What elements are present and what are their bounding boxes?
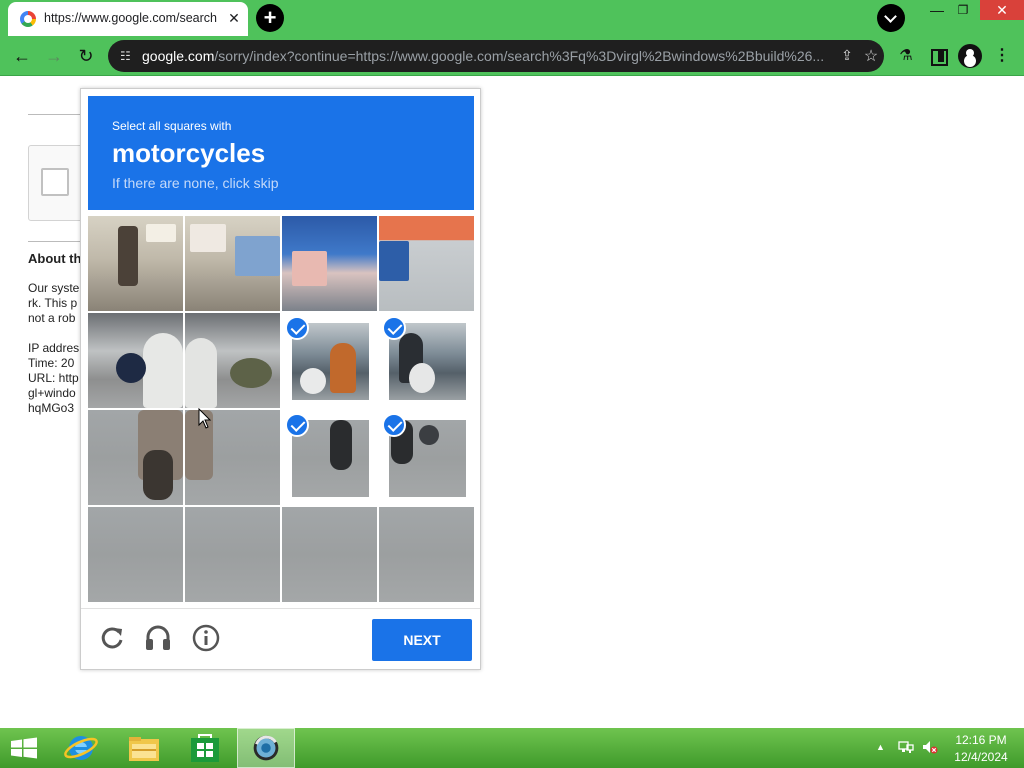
selected-check-icon [382,413,406,437]
grid-tile[interactable] [379,507,474,602]
grid-tile[interactable] [88,216,183,311]
url-domain: google.com [142,48,215,64]
challenge-footer: NEXT [81,608,480,670]
side-panel-icon[interactable] [928,46,948,66]
grid-tile-selected[interactable] [379,410,474,505]
start-windows-icon[interactable] [0,728,58,768]
page-line: IP addres [28,341,80,355]
reload-challenge-icon[interactable] [97,623,127,653]
grid-tile-selected[interactable] [282,313,377,408]
page-line: Time: 20 [28,356,75,370]
grid-tile[interactable] [88,507,183,602]
challenge-hint: If there are none, click skip [112,175,279,191]
restore-button[interactable]: ❐ [946,0,980,20]
url-path: /sorry/index?continue=https://www.google… [214,48,825,64]
selected-check-icon [285,316,309,340]
page-line: Our syste [28,281,80,295]
tab-strip: https://www.google.com/search ✕ + — ❐ ✕ [0,0,1024,36]
tile-image [282,507,377,602]
forward-arrow-icon[interactable]: → [42,44,66,68]
internet-explorer-icon[interactable] [52,728,110,768]
grid-tile[interactable] [88,313,183,408]
tile-image [185,216,280,311]
labs-flask-icon[interactable]: ⚗ [896,46,916,66]
info-icon[interactable] [191,623,221,653]
tile-image [379,507,474,602]
share-icon[interactable]: ⇪ [838,47,856,65]
url-text[interactable]: google.com/sorry/index?continue=https://… [142,48,832,64]
recaptcha-widget [28,145,88,221]
grid-tile-selected[interactable] [282,410,377,505]
reload-icon[interactable]: ↻ [74,44,98,68]
grid-tile[interactable] [185,507,280,602]
address-bar[interactable]: ☷ google.com/sorry/index?continue=https:… [108,40,884,72]
about-heading: About th [28,251,82,266]
tile-image [185,507,280,602]
page-line: URL: http [28,371,79,385]
site-info-icon[interactable]: ☷ [120,49,134,63]
page-line: not a rob [28,311,76,325]
divider [28,241,88,242]
clock-date[interactable]: 12/4/2024 [950,750,1012,764]
google-favicon-icon [20,11,36,27]
tab-search-button[interactable] [877,4,905,32]
selected-check-icon [382,316,406,340]
browser-toolbar: ← → ↻ ☷ google.com/sorry/index?continue=… [0,36,1024,76]
tab-title: https://www.google.com/search [44,11,217,25]
network-icon[interactable] [898,739,914,755]
grid-tile[interactable] [185,313,280,408]
grid-tile[interactable] [185,216,280,311]
file-explorer-icon[interactable] [115,728,173,768]
tile-image [379,216,474,311]
audio-challenge-icon[interactable] [143,623,173,653]
tile-image [88,216,183,311]
grid-tile-selected[interactable] [379,313,474,408]
selected-check-icon [285,413,309,437]
recaptcha-checkbox[interactable] [41,168,69,196]
active-tab[interactable]: https://www.google.com/search ✕ [8,2,248,36]
windows-taskbar: ▲ 12:16 PM 12/4/2024 [0,728,1024,768]
show-hidden-icons-icon[interactable]: ▲ [876,742,885,752]
windows-store-icon[interactable] [176,728,234,768]
challenge-header: Select all squares with motorcycles If t… [88,96,474,210]
tile-image [88,410,183,505]
tile-image [88,313,183,408]
chrome-taskbar-icon[interactable] [237,728,295,768]
tab-close-icon[interactable]: ✕ [225,9,243,27]
grid-tile[interactable] [282,216,377,311]
menu-kebab-icon[interactable]: ⋮ [992,46,1012,66]
grid-tile[interactable] [379,216,474,311]
back-arrow-icon[interactable]: ← [10,44,34,68]
page-line: gl+windo [28,386,76,400]
challenge-target: motorcycles [112,138,266,168]
volume-muted-icon[interactable] [922,739,938,755]
page-line: hqMGo3 [28,401,75,415]
grid-tile[interactable] [88,410,183,505]
image-grid [88,216,474,602]
recaptcha-challenge: Select all squares with motorcycles If t… [80,88,481,670]
close-window-button[interactable]: ✕ [980,0,1024,20]
challenge-instruction: Select all squares with [112,119,232,133]
divider [28,114,88,115]
mouse-cursor-icon [198,408,212,429]
clock-time[interactable]: 12:16 PM [950,733,1012,747]
page-line: rk. This p [28,296,78,310]
tile-image [282,216,377,311]
new-tab-button[interactable]: + [256,4,284,32]
tile-image [185,313,280,408]
next-button[interactable]: NEXT [372,619,472,661]
profile-avatar-icon[interactable] [958,44,982,68]
tile-image [88,507,183,602]
bookmark-star-icon[interactable]: ☆ [862,46,880,65]
grid-tile[interactable] [282,507,377,602]
